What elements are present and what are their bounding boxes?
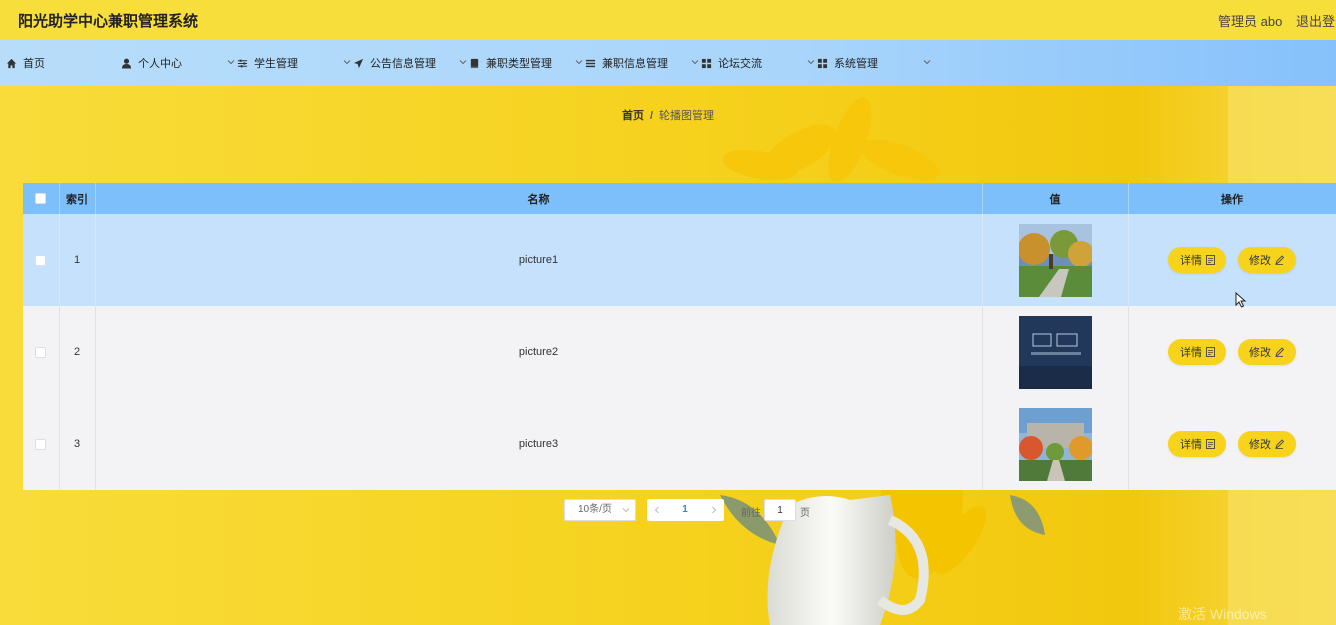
nav-label: 论坛交流	[718, 58, 762, 70]
campus-trees-photo	[1018, 223, 1092, 297]
sliders-icon	[236, 57, 248, 69]
column-header-value: 值	[982, 183, 1129, 214]
edit-button[interactable]: 修改	[1237, 247, 1296, 273]
goto-label: 前往	[741, 508, 761, 519]
next-page-button[interactable]	[704, 499, 724, 521]
nav-item-notice-management[interactable]: 公告信息管理	[352, 40, 468, 86]
pager: 1	[647, 499, 724, 521]
edit-button[interactable]: 修改	[1237, 431, 1296, 457]
paper-plane-icon	[352, 57, 364, 69]
table-row[interactable]: 2 picture2 详情 修改	[23, 306, 1336, 398]
home-icon	[5, 57, 17, 69]
select-all-header	[23, 183, 60, 214]
carousel-table: 索引 名称 值 操作 1 picture1 详情 修改 2 picture2 详…	[23, 183, 1336, 490]
chevron-down-icon	[227, 60, 235, 65]
page-size-value: 10条/页	[578, 504, 612, 515]
nav-label: 兼职类型管理	[486, 58, 552, 70]
nav-label: 学生管理	[254, 58, 298, 70]
nav-item-home[interactable]: 首页	[5, 40, 121, 86]
document-icon	[1206, 347, 1215, 357]
nav-item-system-management[interactable]: 系统管理	[816, 40, 932, 86]
nav-label: 兼职信息管理	[602, 58, 668, 70]
pencil-icon	[1275, 255, 1285, 265]
dark-building-sign-photo	[1018, 315, 1092, 389]
nav-label: 个人中心	[138, 58, 182, 70]
nav-label: 系统管理	[834, 58, 878, 70]
page-size-select[interactable]: 10条/页	[564, 499, 636, 521]
row-index: 2	[59, 306, 96, 398]
row-name: picture3	[95, 398, 983, 490]
chevron-right-icon	[712, 506, 717, 514]
main-nav: 首页 个人中心 学生管理 公告信息管理 兼职类型管理 兼职信息管理 论坛交流 系…	[0, 40, 1336, 86]
edit-button[interactable]: 修改	[1237, 339, 1296, 365]
column-header-name: 名称	[95, 183, 983, 214]
breadcrumb: 首页 / 轮播图管理	[0, 107, 1336, 123]
column-header-index: 索引	[59, 183, 96, 214]
app-title: 阳光助学中心兼职管理系统	[18, 13, 199, 30]
grid-icon	[816, 57, 828, 69]
page-number-current[interactable]: 1	[677, 499, 693, 521]
chevron-down-icon	[807, 60, 815, 65]
table-row[interactable]: 3 picture3 详情 修改	[23, 398, 1336, 490]
page-unit-label: 页	[800, 508, 810, 519]
nav-item-student-management[interactable]: 学生管理	[236, 40, 352, 86]
nav-item-forum[interactable]: 论坛交流	[700, 40, 816, 86]
activation-watermark: 激活 Windows	[1178, 606, 1267, 622]
nav-label: 首页	[23, 58, 45, 70]
logout-link[interactable]: 退出登录	[1296, 11, 1336, 30]
row-index: 1	[59, 214, 96, 306]
grid-icon	[700, 57, 712, 69]
nav-label: 公告信息管理	[370, 58, 436, 70]
detail-button[interactable]: 详情	[1168, 431, 1227, 457]
select-all-checkbox[interactable]	[35, 193, 47, 205]
admin-username: 管理员 abo	[1218, 14, 1283, 29]
row-checkbox[interactable]	[35, 438, 47, 450]
chevron-down-icon	[691, 60, 699, 65]
row-index: 3	[59, 398, 96, 490]
top-header: 阳光助学中心兼职管理系统 管理员 abo 退出登录	[0, 0, 1336, 40]
mouse-cursor-icon	[1235, 292, 1247, 308]
goto-page-input[interactable]	[764, 499, 796, 521]
chevron-down-icon	[343, 60, 351, 65]
prev-page-button[interactable]	[647, 499, 667, 521]
chevron-left-icon	[654, 506, 659, 514]
row-checkbox[interactable]	[35, 346, 47, 358]
nav-item-job-type-management[interactable]: 兼职类型管理	[468, 40, 584, 86]
detail-button[interactable]: 详情	[1168, 247, 1227, 273]
nav-item-personal-center[interactable]: 个人中心	[120, 40, 236, 86]
nav-item-job-info-management[interactable]: 兼职信息管理	[584, 40, 700, 86]
user-icon	[120, 57, 132, 69]
chevron-down-icon	[622, 508, 630, 513]
document-icon	[1206, 255, 1215, 265]
pencil-icon	[1275, 439, 1285, 449]
row-name: picture1	[95, 214, 983, 306]
chevron-down-icon	[459, 60, 467, 65]
row-name: picture2	[95, 306, 983, 398]
campus-garden-photo	[1018, 407, 1092, 481]
book-icon	[468, 57, 480, 69]
detail-button[interactable]: 详情	[1168, 339, 1227, 365]
chevron-down-icon	[923, 60, 931, 65]
breadcrumb-home[interactable]: 首页	[622, 110, 644, 122]
breadcrumb-current: 轮播图管理	[659, 110, 715, 122]
list-icon	[584, 57, 596, 69]
chevron-down-icon	[575, 60, 583, 65]
breadcrumb-separator: /	[649, 110, 654, 122]
pencil-icon	[1275, 347, 1285, 357]
document-icon	[1206, 439, 1215, 449]
table-row[interactable]: 1 picture1 详情 修改	[23, 214, 1336, 306]
row-checkbox[interactable]	[35, 254, 47, 266]
column-header-actions: 操作	[1128, 183, 1336, 214]
